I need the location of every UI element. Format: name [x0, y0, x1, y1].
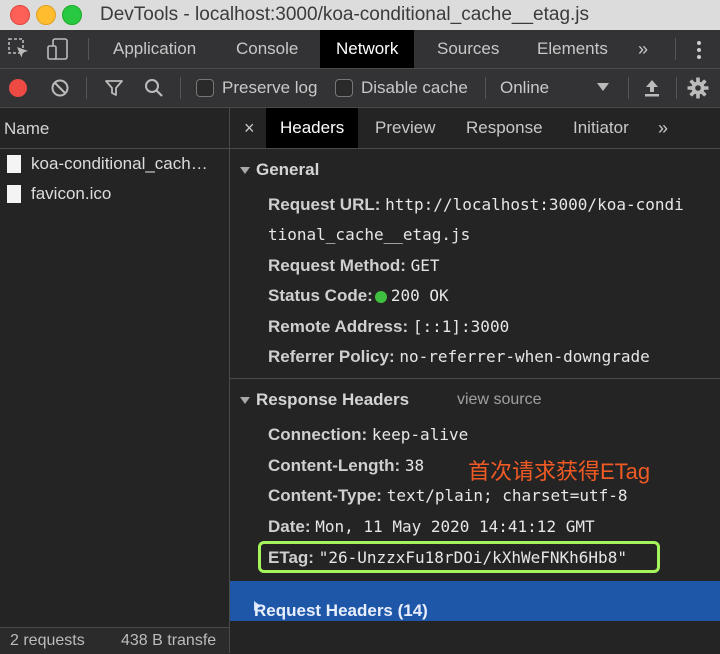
header-value: http://localhost:3000/koa-condi	[385, 195, 684, 214]
preserve-log-checkbox[interactable]	[196, 79, 214, 97]
request-row[interactable]: favicon.ico	[0, 180, 229, 210]
request-headers-title: Request Headers (14)	[254, 601, 428, 620]
header-row-status: Status Code: 200 OK	[268, 286, 449, 306]
header-value: tional_cache__etag.js	[268, 225, 471, 244]
header-key: Referrer Policy:	[268, 347, 395, 366]
request-headers-section-header[interactable]: Request Headers (14)	[230, 581, 720, 621]
header-row-referrer: Referrer Policy: no-referrer-when-downgr…	[268, 347, 650, 367]
clear-icon[interactable]	[50, 78, 70, 98]
tab-preview[interactable]: Preview	[375, 108, 435, 148]
inspect-element-icon[interactable]	[8, 38, 30, 60]
toolbar-divider	[86, 77, 87, 99]
import-har-icon[interactable]	[643, 78, 661, 98]
expand-triangle-icon	[240, 397, 250, 405]
window-title: DevTools - localhost:3000/koa-conditiona…	[100, 4, 590, 25]
response-headers-title: Response Headers	[256, 390, 410, 409]
more-options-icon[interactable]	[694, 39, 704, 61]
close-window-button[interactable]	[10, 5, 30, 25]
header-row-content-type: Content-Type: text/plain; charset=utf-8	[268, 486, 628, 506]
chevron-down-icon[interactable]	[597, 83, 609, 91]
name-column-header[interactable]: Name	[0, 108, 229, 149]
header-value: keep-alive	[371, 425, 469, 444]
general-section-header[interactable]: General	[240, 160, 319, 180]
transfer-size: 438 B transfe	[121, 632, 217, 649]
toolbar-divider	[675, 38, 676, 60]
request-count: 2 requests	[10, 632, 85, 649]
header-key: Date:	[268, 517, 311, 536]
more-detail-tabs-icon[interactable]: »	[658, 108, 668, 148]
tab-headers[interactable]: Headers	[266, 108, 359, 148]
window-titlebar: DevTools - localhost:3000/koa-conditiona…	[0, 0, 720, 31]
gear-icon[interactable]	[687, 77, 709, 99]
header-row-content-length: Content-Length: 38	[268, 456, 424, 476]
tab-console[interactable]: Console	[236, 30, 298, 68]
expand-triangle-icon	[240, 167, 250, 175]
network-summary-bar: 2 requests 438 B transfe	[0, 627, 229, 654]
disable-cache-checkbox[interactable]	[335, 79, 353, 97]
header-key: Connection:	[268, 425, 368, 444]
request-name: favicon.ico	[31, 184, 112, 203]
toolbar-divider	[180, 77, 181, 99]
tab-initiator[interactable]: Initiator	[573, 108, 629, 148]
search-icon[interactable]	[144, 78, 164, 98]
header-key: Content-Length:	[268, 456, 401, 475]
header-row-request-url-cont: tional_cache__etag.js	[268, 225, 470, 245]
header-value: 200 OK	[390, 286, 449, 305]
tab-sources[interactable]: Sources	[437, 30, 499, 68]
header-key: Status Code:	[268, 286, 373, 305]
close-detail-icon[interactable]: ×	[244, 108, 255, 148]
more-tabs-icon[interactable]: »	[638, 30, 648, 68]
document-icon	[7, 185, 21, 203]
view-source-link[interactable]: view source	[457, 391, 541, 409]
network-toolbar: Preserve log Disable cache Online	[0, 69, 720, 108]
tab-response[interactable]: Response	[466, 108, 543, 148]
request-name: koa-conditional_cach…	[31, 154, 208, 173]
toolbar-divider	[676, 77, 677, 99]
disable-cache-label: Disable cache	[361, 78, 468, 97]
section-divider	[230, 378, 720, 379]
request-list-pane: Name koa-conditional_cach… favicon.ico 2…	[0, 108, 230, 654]
header-value: text/plain; charset=utf-8	[386, 486, 628, 505]
document-icon	[7, 155, 21, 173]
header-value: GET	[410, 256, 440, 275]
general-section-title: General	[256, 160, 320, 179]
header-value: [::1]:3000	[412, 317, 510, 336]
response-headers-section-header[interactable]: Response Headers	[240, 390, 409, 410]
toolbar-divider	[628, 77, 629, 99]
header-value: "26-UnzzxFu18rDOi/kXhWeFNKh6Hb8"	[318, 548, 627, 567]
toolbar-divider	[485, 77, 486, 99]
zoom-window-button[interactable]	[62, 5, 82, 25]
minimize-window-button[interactable]	[36, 5, 56, 25]
header-key: ETag:	[268, 548, 314, 567]
name-column-label: Name	[4, 119, 50, 138]
status-ok-icon	[374, 290, 387, 303]
header-row-request-url: Request URL: http://localhost:3000/koa-c…	[268, 195, 684, 215]
detail-tabbar: × Headers Preview Response Initiator »	[230, 108, 720, 149]
request-row[interactable]: koa-conditional_cach…	[0, 150, 229, 180]
header-key: Remote Address:	[268, 317, 409, 336]
header-row-etag: ETag: "26-UnzzxFu18rDOi/kXhWeFNKh6Hb8"	[268, 548, 627, 568]
header-value: Mon, 11 May 2020 14:41:12 GMT	[315, 517, 595, 536]
header-row-date: Date: Mon, 11 May 2020 14:41:12 GMT	[268, 517, 595, 537]
filter-icon[interactable]	[104, 78, 124, 98]
tab-application[interactable]: Application	[113, 30, 196, 68]
header-key: Request Method:	[268, 256, 406, 275]
record-button[interactable]	[9, 79, 27, 97]
throttling-select[interactable]: Online	[500, 78, 549, 98]
header-value: no-referrer-when-downgrade	[399, 347, 650, 366]
devtools-tabbar: Application Console Network Sources Elem…	[0, 30, 720, 69]
header-row-remote: Remote Address: [::1]:3000	[268, 317, 509, 337]
header-key: Content-Type:	[268, 486, 382, 505]
tab-elements[interactable]: Elements	[537, 30, 608, 68]
toolbar-divider	[88, 38, 89, 60]
request-detail-pane: × Headers Preview Response Initiator » G…	[230, 108, 720, 653]
header-key: Request URL:	[268, 195, 381, 214]
device-toolbar-icon[interactable]	[46, 38, 70, 60]
header-row-method: Request Method: GET	[268, 256, 440, 276]
tab-network[interactable]: Network	[320, 30, 415, 68]
header-row-connection: Connection: keep-alive	[268, 425, 468, 445]
header-value: 38	[404, 456, 425, 475]
preserve-log-label: Preserve log	[222, 78, 318, 97]
annotation-text: 首次请求获得ETag	[468, 459, 651, 484]
